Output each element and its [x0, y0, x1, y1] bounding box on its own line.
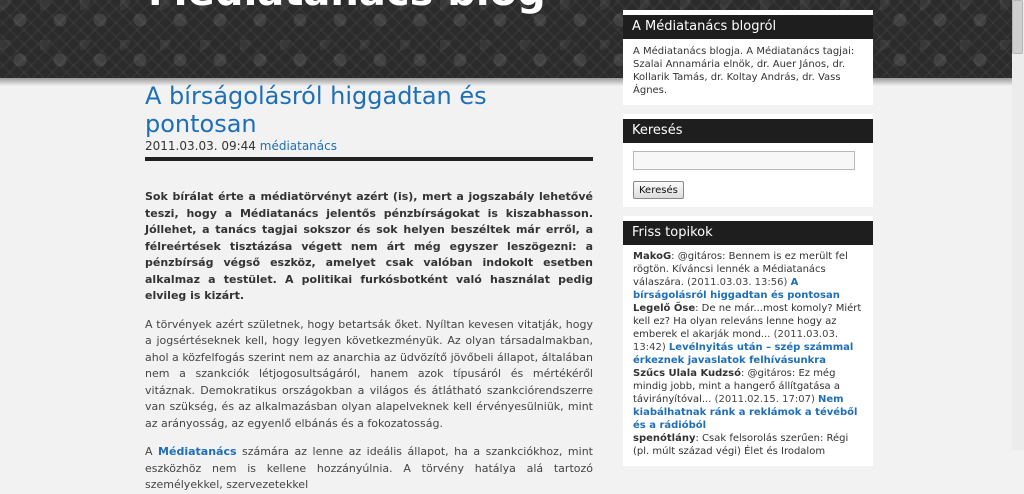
search-button[interactable]: Keresés: [633, 181, 684, 199]
comment-author: Szűcs Ulala Kudzsó: [633, 368, 741, 379]
scrollbar-thumb[interactable]: [1012, 0, 1023, 54]
post-column: A bírságolásról higgadtan és pontosan 20…: [145, 82, 593, 494]
list-item: Szűcs Ulala Kudzsó: @gitáros: Ez még min…: [633, 367, 863, 432]
about-widget: A Médiatanács blogról A Médiatanács blog…: [623, 10, 873, 105]
recent-topics-title: Friss topikok: [623, 216, 873, 245]
post-lead: Sok bírálat érte a médiatörvényt azért (…: [145, 190, 593, 302]
post-author-link[interactable]: médiatanács: [260, 139, 337, 153]
comment-author: Legelő Őse: [633, 303, 696, 314]
blog-title[interactable]: Médiatanács blog: [148, 0, 546, 16]
sidebar: A Médiatanács blogról A Médiatanács blog…: [623, 10, 873, 475]
post-meta: 2011.03.03. 09:44 médiatanács: [145, 139, 593, 161]
search-widget-title: Keresés: [623, 114, 873, 143]
list-item: MakoG: @gitáros: Bennem is ez merült fel…: [633, 250, 863, 302]
comment-author: spenótlány: [633, 433, 696, 444]
post-date: 2011.03.03. 09:44: [145, 139, 256, 153]
page-scrollbar[interactable]: [1012, 0, 1024, 450]
post-title[interactable]: A bírságolásról higgadtan és pontosan: [145, 82, 593, 138]
list-item: spenótlány: Csak felsorolás szerűen: Rég…: [633, 432, 863, 458]
search-input[interactable]: [633, 151, 855, 170]
post-paragraph: A Médiatanács számára az lenne az ideáli…: [145, 444, 593, 494]
about-text: A Médiatanács blogja. A Médiatanács tagj…: [633, 46, 855, 96]
mediatanacs-link[interactable]: Médiatanács: [158, 445, 236, 458]
comment-date: (2011.02.15. 17:07): [714, 394, 815, 405]
recent-topics-widget: Friss topikok MakoG: @gitáros: Bennem is…: [623, 216, 873, 466]
post-paragraph: A törvények azért születnek, hogy betart…: [145, 317, 593, 430]
list-item: Legelő Őse: De ne már...most komoly? Mié…: [633, 302, 863, 367]
comment-author: MakoG: [633, 251, 672, 262]
topic-link[interactable]: Levélnyitás után – szép számmal érkeznek…: [633, 342, 853, 366]
about-widget-title: A Médiatanács blogról: [623, 10, 873, 39]
comment-date: (2011.03.03. 13:56): [687, 277, 788, 288]
search-widget: Keresés Keresés: [623, 114, 873, 207]
paragraph-text: A: [145, 445, 159, 458]
recent-topics-list: MakoG: @gitáros: Bennem is ez merült fel…: [623, 245, 873, 466]
search-form: Keresés: [623, 143, 873, 207]
